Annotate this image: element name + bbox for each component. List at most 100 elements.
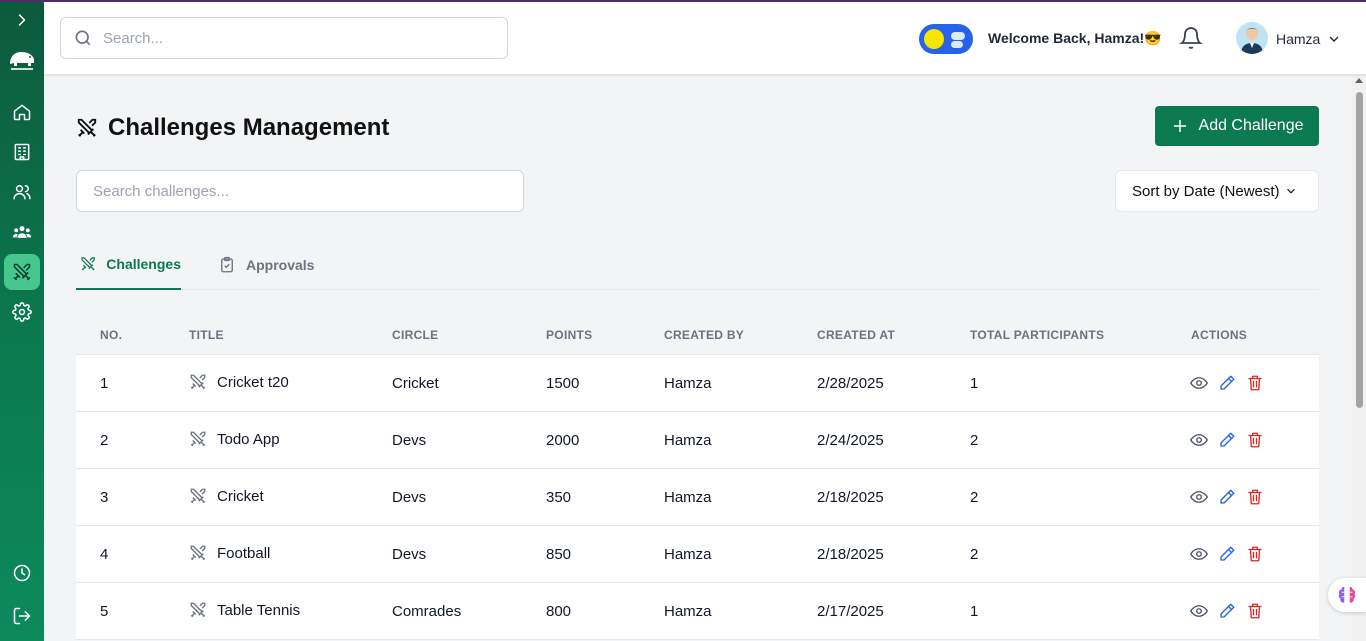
- row-circle: Devs: [392, 432, 427, 449]
- challenge-search: [76, 170, 524, 212]
- row-created-by: Hamza: [664, 603, 712, 620]
- row-actions: [1190, 602, 1274, 620]
- brain-icon: [1338, 586, 1356, 603]
- row-points: 850: [546, 546, 572, 563]
- trash-icon: [1246, 375, 1264, 396]
- tab-approvals-label: Approvals: [246, 257, 315, 273]
- top-accent-line: [0, 0, 1366, 2]
- swords-icon: [77, 118, 97, 137]
- sort-dropdown[interactable]: Sort by Date (Newest): [1115, 170, 1319, 212]
- user-menu-toggle[interactable]: [1326, 31, 1342, 47]
- column-header-points: POINTS: [546, 328, 593, 342]
- table-row: 3 Devs 350 Hamza 2/18/2025 2 Cricket: [76, 469, 1319, 526]
- view-button[interactable]: [1190, 374, 1208, 392]
- view-button[interactable]: [1190, 488, 1208, 506]
- table-row: 4 Devs 850 Hamza 2/18/2025 2 Football: [76, 526, 1319, 583]
- column-header-created-by: CREATED BY: [664, 328, 745, 342]
- row-actions: [1190, 488, 1274, 506]
- sidebar-item-users[interactable]: [4, 174, 40, 210]
- theme-toggle[interactable]: [919, 24, 973, 54]
- page-title-text: Challenges Management: [108, 114, 390, 141]
- delete-button[interactable]: [1246, 488, 1264, 506]
- edit-button[interactable]: [1218, 488, 1236, 506]
- global-search-input[interactable]: [103, 29, 483, 47]
- row-created-at: 2/18/2025: [817, 546, 884, 563]
- column-header-circle: CIRCLE: [392, 328, 439, 342]
- swords-icon: [189, 487, 217, 505]
- pencil-icon: [1218, 375, 1236, 396]
- add-challenge-button[interactable]: Add Challenge: [1155, 106, 1319, 146]
- chevron-right-icon: [18, 14, 26, 26]
- edit-button[interactable]: [1218, 374, 1236, 392]
- bell-icon: [1179, 27, 1203, 49]
- row-number: 1: [100, 375, 109, 392]
- row-number: 5: [100, 603, 109, 620]
- group-icon: [12, 226, 32, 238]
- row-title: Cricket: [189, 487, 264, 505]
- trash-icon: [1246, 603, 1264, 624]
- cloud-icon: [951, 32, 965, 40]
- edit-button[interactable]: [1218, 545, 1236, 563]
- row-participants: 1: [970, 603, 979, 620]
- delete-button[interactable]: [1246, 545, 1264, 563]
- row-title-text: Football: [217, 544, 271, 562]
- column-header-created-at: CREATED AT: [817, 328, 896, 342]
- logout-button[interactable]: [4, 598, 40, 634]
- ai-assistant-button[interactable]: [1328, 578, 1366, 612]
- edit-button[interactable]: [1218, 602, 1236, 620]
- avatar[interactable]: [1236, 22, 1268, 54]
- row-circle: Cricket: [392, 375, 439, 392]
- row-circle: Devs: [392, 546, 427, 563]
- sidebar: [0, 0, 44, 641]
- clipboard-check-icon: [221, 256, 233, 273]
- scroll-up-arrow[interactable]: [1355, 78, 1363, 83]
- row-created-at: 2/28/2025: [817, 375, 884, 392]
- challenges-table: NO. TITLE CIRCLE POINTS CREATED BY CREAT…: [76, 314, 1319, 640]
- table-header: NO. TITLE CIRCLE POINTS CREATED BY CREAT…: [76, 314, 1319, 355]
- sidebar-item-home[interactable]: [4, 94, 40, 130]
- tab-approvals[interactable]: Approvals: [218, 240, 314, 290]
- row-title-text: Cricket: [217, 487, 264, 505]
- eye-icon: [1190, 434, 1208, 453]
- search-icon: [75, 30, 91, 46]
- username[interactable]: Hamza: [1276, 31, 1320, 47]
- logout-icon: [13, 607, 31, 625]
- view-button[interactable]: [1190, 431, 1208, 449]
- row-points: 2000: [546, 432, 580, 449]
- gear-icon: [12, 302, 32, 322]
- tab-challenges-label: Challenges: [106, 256, 181, 272]
- trash-icon: [1246, 489, 1264, 510]
- page-scrollbar[interactable]: [1352, 74, 1366, 641]
- sidebar-item-settings[interactable]: [4, 294, 40, 330]
- expand-sidebar-button[interactable]: [4, 2, 40, 38]
- scrollbar-thumb[interactable]: [1356, 92, 1363, 408]
- sidebar-item-history[interactable]: [4, 555, 40, 591]
- notifications-button[interactable]: [1179, 26, 1203, 50]
- challenge-search-input[interactable]: [93, 182, 493, 200]
- edit-button[interactable]: [1218, 431, 1236, 449]
- delete-button[interactable]: [1246, 602, 1264, 620]
- row-title: Table Tennis: [189, 601, 300, 619]
- column-header-no: NO.: [100, 328, 123, 342]
- row-created-at: 2/17/2025: [817, 603, 884, 620]
- welcome-message: Welcome Back, Hamza!😎: [988, 30, 1162, 46]
- trash-icon: [1246, 432, 1264, 453]
- delete-button[interactable]: [1246, 374, 1264, 392]
- pencil-icon: [1218, 432, 1236, 453]
- swords-icon: [189, 373, 217, 391]
- row-actions: [1190, 431, 1274, 449]
- row-title-text: Table Tennis: [217, 601, 301, 619]
- view-button[interactable]: [1190, 545, 1208, 563]
- delete-button[interactable]: [1246, 431, 1264, 449]
- sidebar-item-circles[interactable]: [4, 214, 40, 250]
- view-button[interactable]: [1190, 602, 1208, 620]
- tab-challenges[interactable]: Challenges: [76, 240, 181, 290]
- sidebar-item-organizations[interactable]: [4, 134, 40, 170]
- sidebar-item-challenges[interactable]: [4, 254, 40, 290]
- tab-bar: Challenges Approvals: [76, 240, 1319, 290]
- sort-label: Sort by Date (Newest): [1132, 182, 1280, 200]
- top-header: Welcome Back, Hamza!😎 Hamza: [44, 2, 1366, 74]
- row-number: 3: [100, 489, 109, 506]
- eye-icon: [1190, 491, 1208, 510]
- row-created-at: 2/18/2025: [817, 489, 884, 506]
